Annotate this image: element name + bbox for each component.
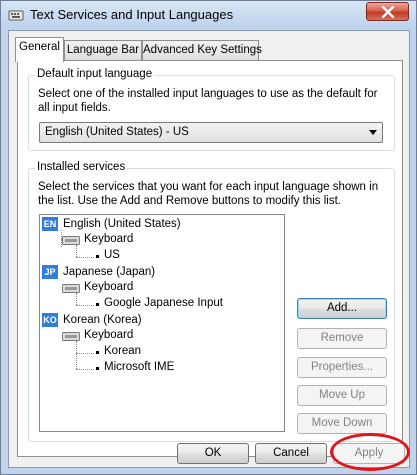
chevron-down-icon	[369, 130, 377, 135]
keyboard-icon	[62, 284, 80, 293]
bullet-icon	[96, 303, 99, 306]
properties-button[interactable]: Properties...	[297, 357, 387, 378]
tab-general[interactable]: General	[15, 37, 64, 62]
tree-item-korean-keyboard-label: Keyboard	[84, 329, 134, 341]
general-tab-panel: Default input language Select one of the…	[17, 60, 403, 457]
tree-connector	[76, 257, 94, 258]
tree-connector	[76, 293, 77, 305]
language-badge-icon: EN	[42, 217, 58, 231]
installed-services-title: Installed services	[35, 161, 128, 173]
tree-item-english-label: English (United States)	[63, 218, 181, 230]
dialog-client-area: General Language Bar Advanced Key Settin…	[8, 30, 410, 468]
tree-connector	[76, 353, 94, 354]
tree-item-us-label: US	[104, 249, 120, 261]
tree-item-google-japanese-input-label: Google Japanese Input	[104, 297, 223, 309]
default-input-language-dropdown[interactable]: English (United States) - US	[39, 122, 383, 143]
bullet-icon	[96, 367, 99, 370]
tree-item-microsoft-ime-label: Microsoft IME	[104, 361, 175, 373]
keyboard-settings-icon	[8, 10, 24, 21]
language-badge-icon: JP	[42, 265, 58, 279]
installed-services-group: Installed services Select the services t…	[28, 161, 395, 442]
title-bar[interactable]: Text Services and Input Languages	[1, 1, 416, 29]
move-down-button[interactable]: Move Down	[297, 413, 387, 434]
tree-item-japanese-keyboard-label: Keyboard	[84, 281, 134, 293]
tab-language-bar[interactable]: Language Bar	[64, 40, 142, 60]
default-input-language-title: Default input language	[35, 68, 155, 80]
tree-connector	[76, 341, 77, 369]
installed-services-tree[interactable]: EN English (United States) Keyboard US J…	[39, 214, 285, 432]
ok-button[interactable]: OK	[177, 443, 249, 464]
tab-general-label: General	[19, 41, 60, 53]
window-title: Text Services and Input Languages	[30, 7, 234, 22]
default-input-language-value: English (United States) - US	[45, 126, 189, 138]
tab-advanced-key-settings[interactable]: Advanced Key Settings	[142, 40, 262, 60]
default-input-language-group: Default input language Select one of the…	[28, 68, 395, 151]
tree-item-korean-label: Korean	[104, 345, 142, 357]
default-input-language-description: Select one of the installed input langua…	[38, 88, 378, 114]
tab-language-bar-label: Language Bar	[66, 44, 140, 56]
keyboard-icon	[62, 332, 80, 341]
tab-advanced-key-settings-label: Advanced Key Settings	[143, 44, 262, 56]
keyboard-icon	[62, 236, 80, 245]
annotation-circle	[330, 433, 410, 471]
tree-connector	[76, 369, 94, 370]
add-button[interactable]: Add...	[297, 298, 387, 319]
close-button[interactable]	[366, 2, 409, 21]
bullet-icon	[96, 351, 99, 354]
tree-connector	[76, 245, 77, 257]
dialog-window: Text Services and Input Languages Genera…	[0, 0, 417, 475]
tree-item-korean-korea-label: Korean (Korea)	[63, 314, 142, 326]
remove-button[interactable]: Remove	[297, 328, 387, 349]
bullet-icon	[96, 255, 99, 258]
move-up-button[interactable]: Move Up	[297, 385, 387, 406]
tree-item-japanese-label: Japanese (Japan)	[63, 266, 156, 278]
installed-services-description: Select the services that you want for ea…	[38, 181, 379, 207]
close-icon	[381, 6, 395, 18]
cancel-button[interactable]: Cancel	[255, 443, 327, 464]
tree-connector	[76, 305, 94, 306]
tree-item-english-keyboard-label: Keyboard	[84, 233, 134, 245]
language-badge-icon: KO	[42, 313, 58, 327]
